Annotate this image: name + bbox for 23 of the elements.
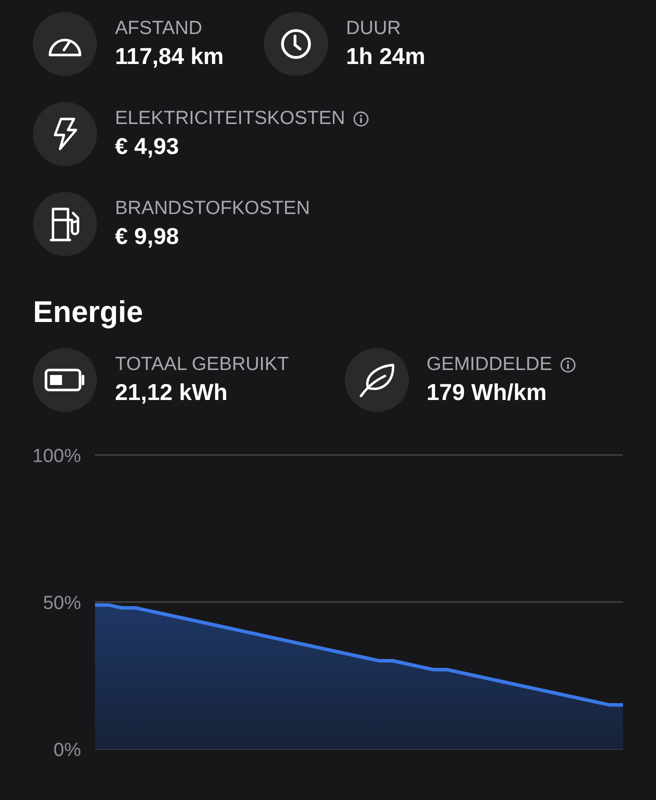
stat-value: 179 Wh/km	[426, 379, 548, 406]
stat-label: TOTAAL GEBRUIKT	[115, 354, 289, 376]
stat-value: 1h 24m	[346, 43, 426, 70]
stat-label: ELEKTRICITEITSKOSTEN	[115, 108, 346, 130]
stat-value: € 4,93	[115, 133, 180, 160]
clock-icon	[280, 28, 312, 60]
leaf-icon	[358, 362, 396, 398]
stat-value: € 9,98	[115, 223, 180, 250]
info-icon[interactable]	[560, 357, 576, 373]
stat-label: AFSTAND	[115, 18, 202, 40]
stat-label: DUUR	[346, 18, 401, 40]
stat-label: GEMIDDELDE	[426, 354, 552, 376]
section-title: Energie	[33, 296, 144, 330]
axis-label: 0%	[54, 740, 81, 761]
stat-value: 21,12 kWh	[115, 379, 228, 406]
fuel-pump-icon	[48, 205, 82, 243]
axis-label: 100%	[32, 446, 81, 467]
stat-value: 117,84 km	[115, 43, 224, 70]
stat-label: BRANDSTOFKOSTEN	[115, 198, 310, 220]
lightning-bolt-icon	[52, 117, 78, 151]
battery-icon	[44, 368, 86, 392]
info-icon[interactable]	[353, 111, 370, 127]
axis-label: 50%	[42, 593, 81, 614]
